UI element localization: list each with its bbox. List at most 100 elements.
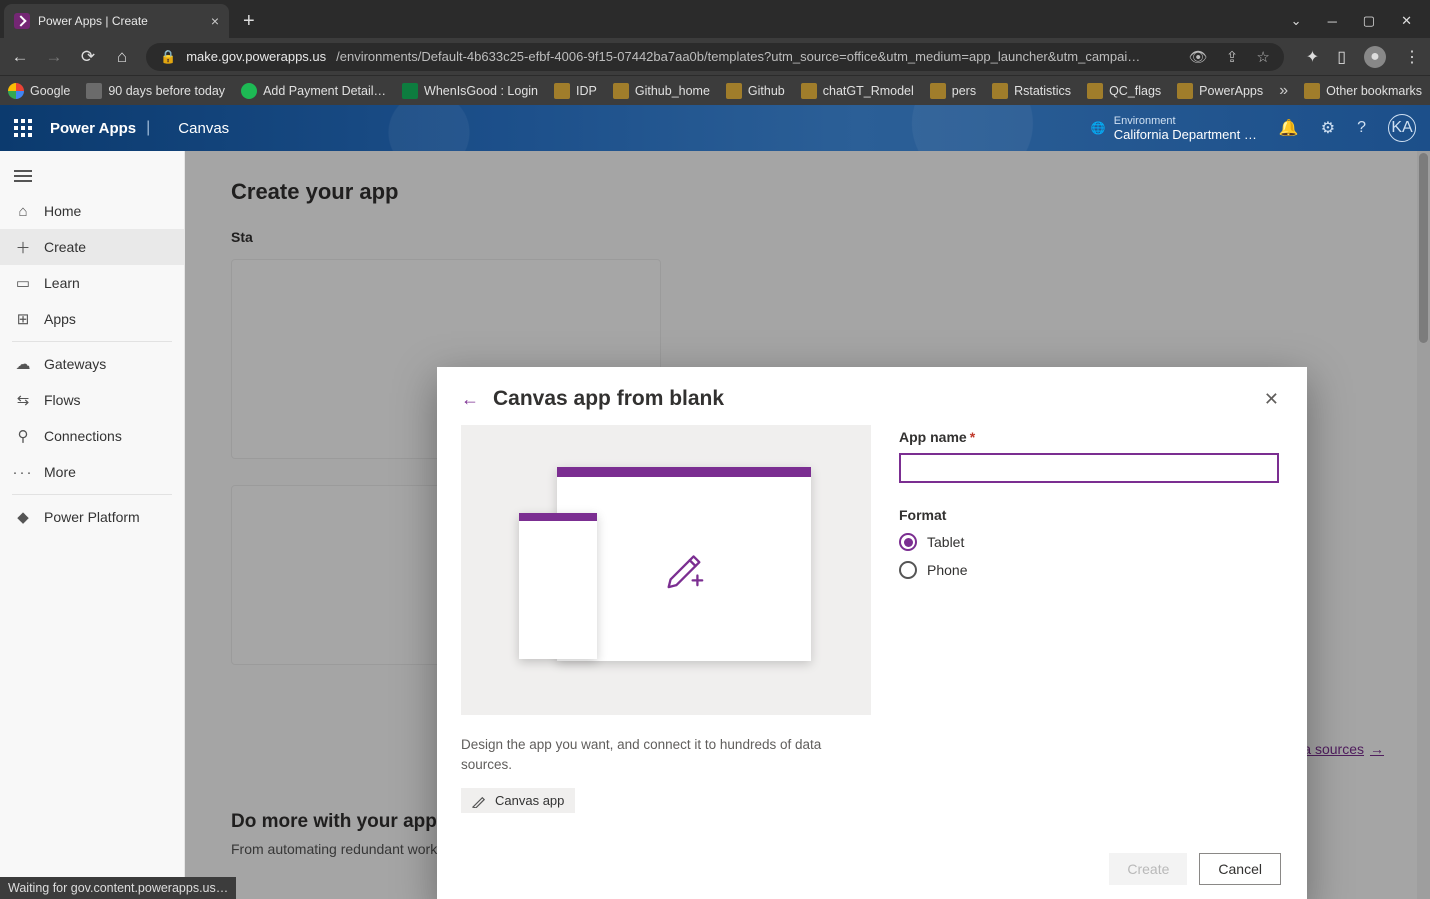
nav-divider [12,341,172,342]
puzzle-icon[interactable]: ✦ [1306,47,1319,67]
folder-icon [613,83,629,99]
main-content: Create your app Sta More data sources→ D… [185,151,1430,899]
nav-gateways[interactable]: ☁Gateways [0,346,184,382]
bookmark-payment[interactable]: Add Payment Detail… [241,83,386,99]
format-option-tablet[interactable]: Tablet [899,533,1279,551]
app-launcher-icon[interactable] [14,119,32,137]
format-label: Format [899,507,1279,523]
nav-more[interactable]: ···More [0,454,184,490]
illustration [461,425,871,715]
profile-icon[interactable]: ● [1364,46,1386,68]
environment-picker[interactable]: 🌐 Environment California Department … [1091,115,1257,142]
area-name: Canvas [178,120,229,137]
canvas-app-chip: Canvas app [461,788,575,813]
nav-apps[interactable]: ⊞Apps [0,301,184,337]
required-indicator: * [970,429,975,445]
folder-icon [930,83,946,99]
powerapps-favicon-icon [14,13,30,29]
star-icon[interactable]: ☆ [1256,48,1269,66]
bookmark-idp[interactable]: IDP [554,83,597,99]
new-tab-button[interactable]: + [243,4,255,38]
lock-icon: 🔒 [160,49,176,65]
left-nav: ⌂Home ＋Create ▭Learn ⊞Apps ☁Gateways ⇆Fl… [0,151,185,899]
app-header: Power Apps | Canvas 🌐 Environment Califo… [0,105,1430,151]
panel-icon[interactable]: ▯ [1337,47,1346,67]
maximize-icon[interactable]: ▢ [1363,13,1375,29]
share-icon[interactable]: ⇪ [1226,48,1239,66]
more-icon: ··· [14,463,32,481]
tab-title: Power Apps | Create [38,14,148,28]
canvas-app-modal: ← Canvas app from blank ✕ Design the app… [437,367,1307,899]
cancel-button[interactable]: Cancel [1199,853,1281,885]
nav-flows[interactable]: ⇆Flows [0,382,184,418]
bookmark-github-home[interactable]: Github_home [613,83,710,99]
product-name: Power Apps [50,120,136,137]
other-bookmarks[interactable]: Other bookmarks [1304,83,1422,99]
bookmark-google[interactable]: Google [8,83,70,99]
forward-icon: → [44,47,64,67]
kebab-icon[interactable]: ⋮ [1404,47,1420,67]
modal-description: Design the app you want, and connect it … [461,735,871,774]
nav-create[interactable]: ＋Create [0,229,184,265]
create-button[interactable]: Create [1109,853,1187,885]
browser-tab[interactable]: Power Apps | Create × [4,4,229,38]
phone-preview-icon [519,513,597,659]
reload-icon[interactable]: ⟳ [78,47,98,67]
back-icon[interactable]: ← [461,389,479,410]
format-option-phone[interactable]: Phone [899,561,1279,579]
url-path: /environments/Default-4b633c25-efbf-4006… [336,49,1140,64]
separator: | [146,119,150,137]
avatar[interactable]: KA [1388,114,1416,142]
bookmark-icon [402,83,418,99]
gear-icon[interactable]: ⚙ [1321,118,1335,138]
help-icon[interactable]: ? [1357,119,1366,137]
nav-connections[interactable]: ⚲Connections [0,418,184,454]
eye-off-icon[interactable]: 👁 [1189,48,1208,66]
radio-icon [899,533,917,551]
back-icon[interactable]: ← [10,47,30,67]
bookmark-90days[interactable]: 90 days before today [86,83,225,99]
address-actions: 👁 ⇪ ☆ [1189,48,1270,66]
chevron-down-icon[interactable]: ⌄ [1291,13,1302,29]
bookmark-icon [241,83,257,99]
home-icon[interactable]: ⌂ [112,47,132,67]
close-tab-icon[interactable]: × [211,13,219,29]
bookmark-whenisgood[interactable]: WhenIsGood : Login [402,83,538,99]
nav-power-platform[interactable]: ◆Power Platform [0,499,184,535]
close-window-icon[interactable]: ✕ [1401,13,1412,29]
bookmark-github[interactable]: Github [726,83,785,99]
app-name-input[interactable] [899,453,1279,483]
plus-icon: ＋ [14,238,32,256]
pencil-icon [472,793,487,808]
platform-icon: ◆ [14,508,32,526]
bookmark-powerapps[interactable]: PowerApps [1177,83,1263,99]
bookmark-chatgt[interactable]: chatGT_Rmodel [801,83,914,99]
window-controls: ⌄ ─ ▢ ✕ [1291,4,1430,38]
folder-icon [1087,83,1103,99]
book-icon: ▭ [14,274,32,292]
cloud-icon: ☁ [14,355,32,373]
bookmarks-overflow-icon[interactable]: » [1279,82,1288,100]
nav-home[interactable]: ⌂Home [0,193,184,229]
minimize-icon[interactable]: ─ [1328,14,1337,29]
header-actions: 🔔 ⚙ ? KA [1279,114,1416,142]
bookmark-pers[interactable]: pers [930,83,976,99]
folder-icon [992,83,1008,99]
folder-icon [726,83,742,99]
close-icon[interactable]: ✕ [1264,389,1279,410]
folder-icon [554,83,570,99]
bookmark-qcflags[interactable]: QC_flags [1087,83,1161,99]
modal-title: Canvas app from blank [493,387,724,411]
address-bar[interactable]: 🔒 make.gov.powerapps.us/environments/Def… [146,43,1284,71]
flow-icon: ⇆ [14,391,32,409]
nav-learn[interactable]: ▭Learn [0,265,184,301]
hamburger-icon[interactable] [0,159,184,193]
bell-icon[interactable]: 🔔 [1279,118,1299,138]
folder-icon [801,83,817,99]
home-icon: ⌂ [14,202,32,220]
bookmark-rstats[interactable]: Rstatistics [992,83,1071,99]
browser-chrome: Power Apps | Create × + ⌄ ─ ▢ ✕ ← → ⟳ ⌂ … [0,0,1430,105]
google-favicon-icon [8,83,24,99]
extensions: ✦ ▯ ● ⋮ [1306,46,1420,68]
plug-icon: ⚲ [14,427,32,445]
